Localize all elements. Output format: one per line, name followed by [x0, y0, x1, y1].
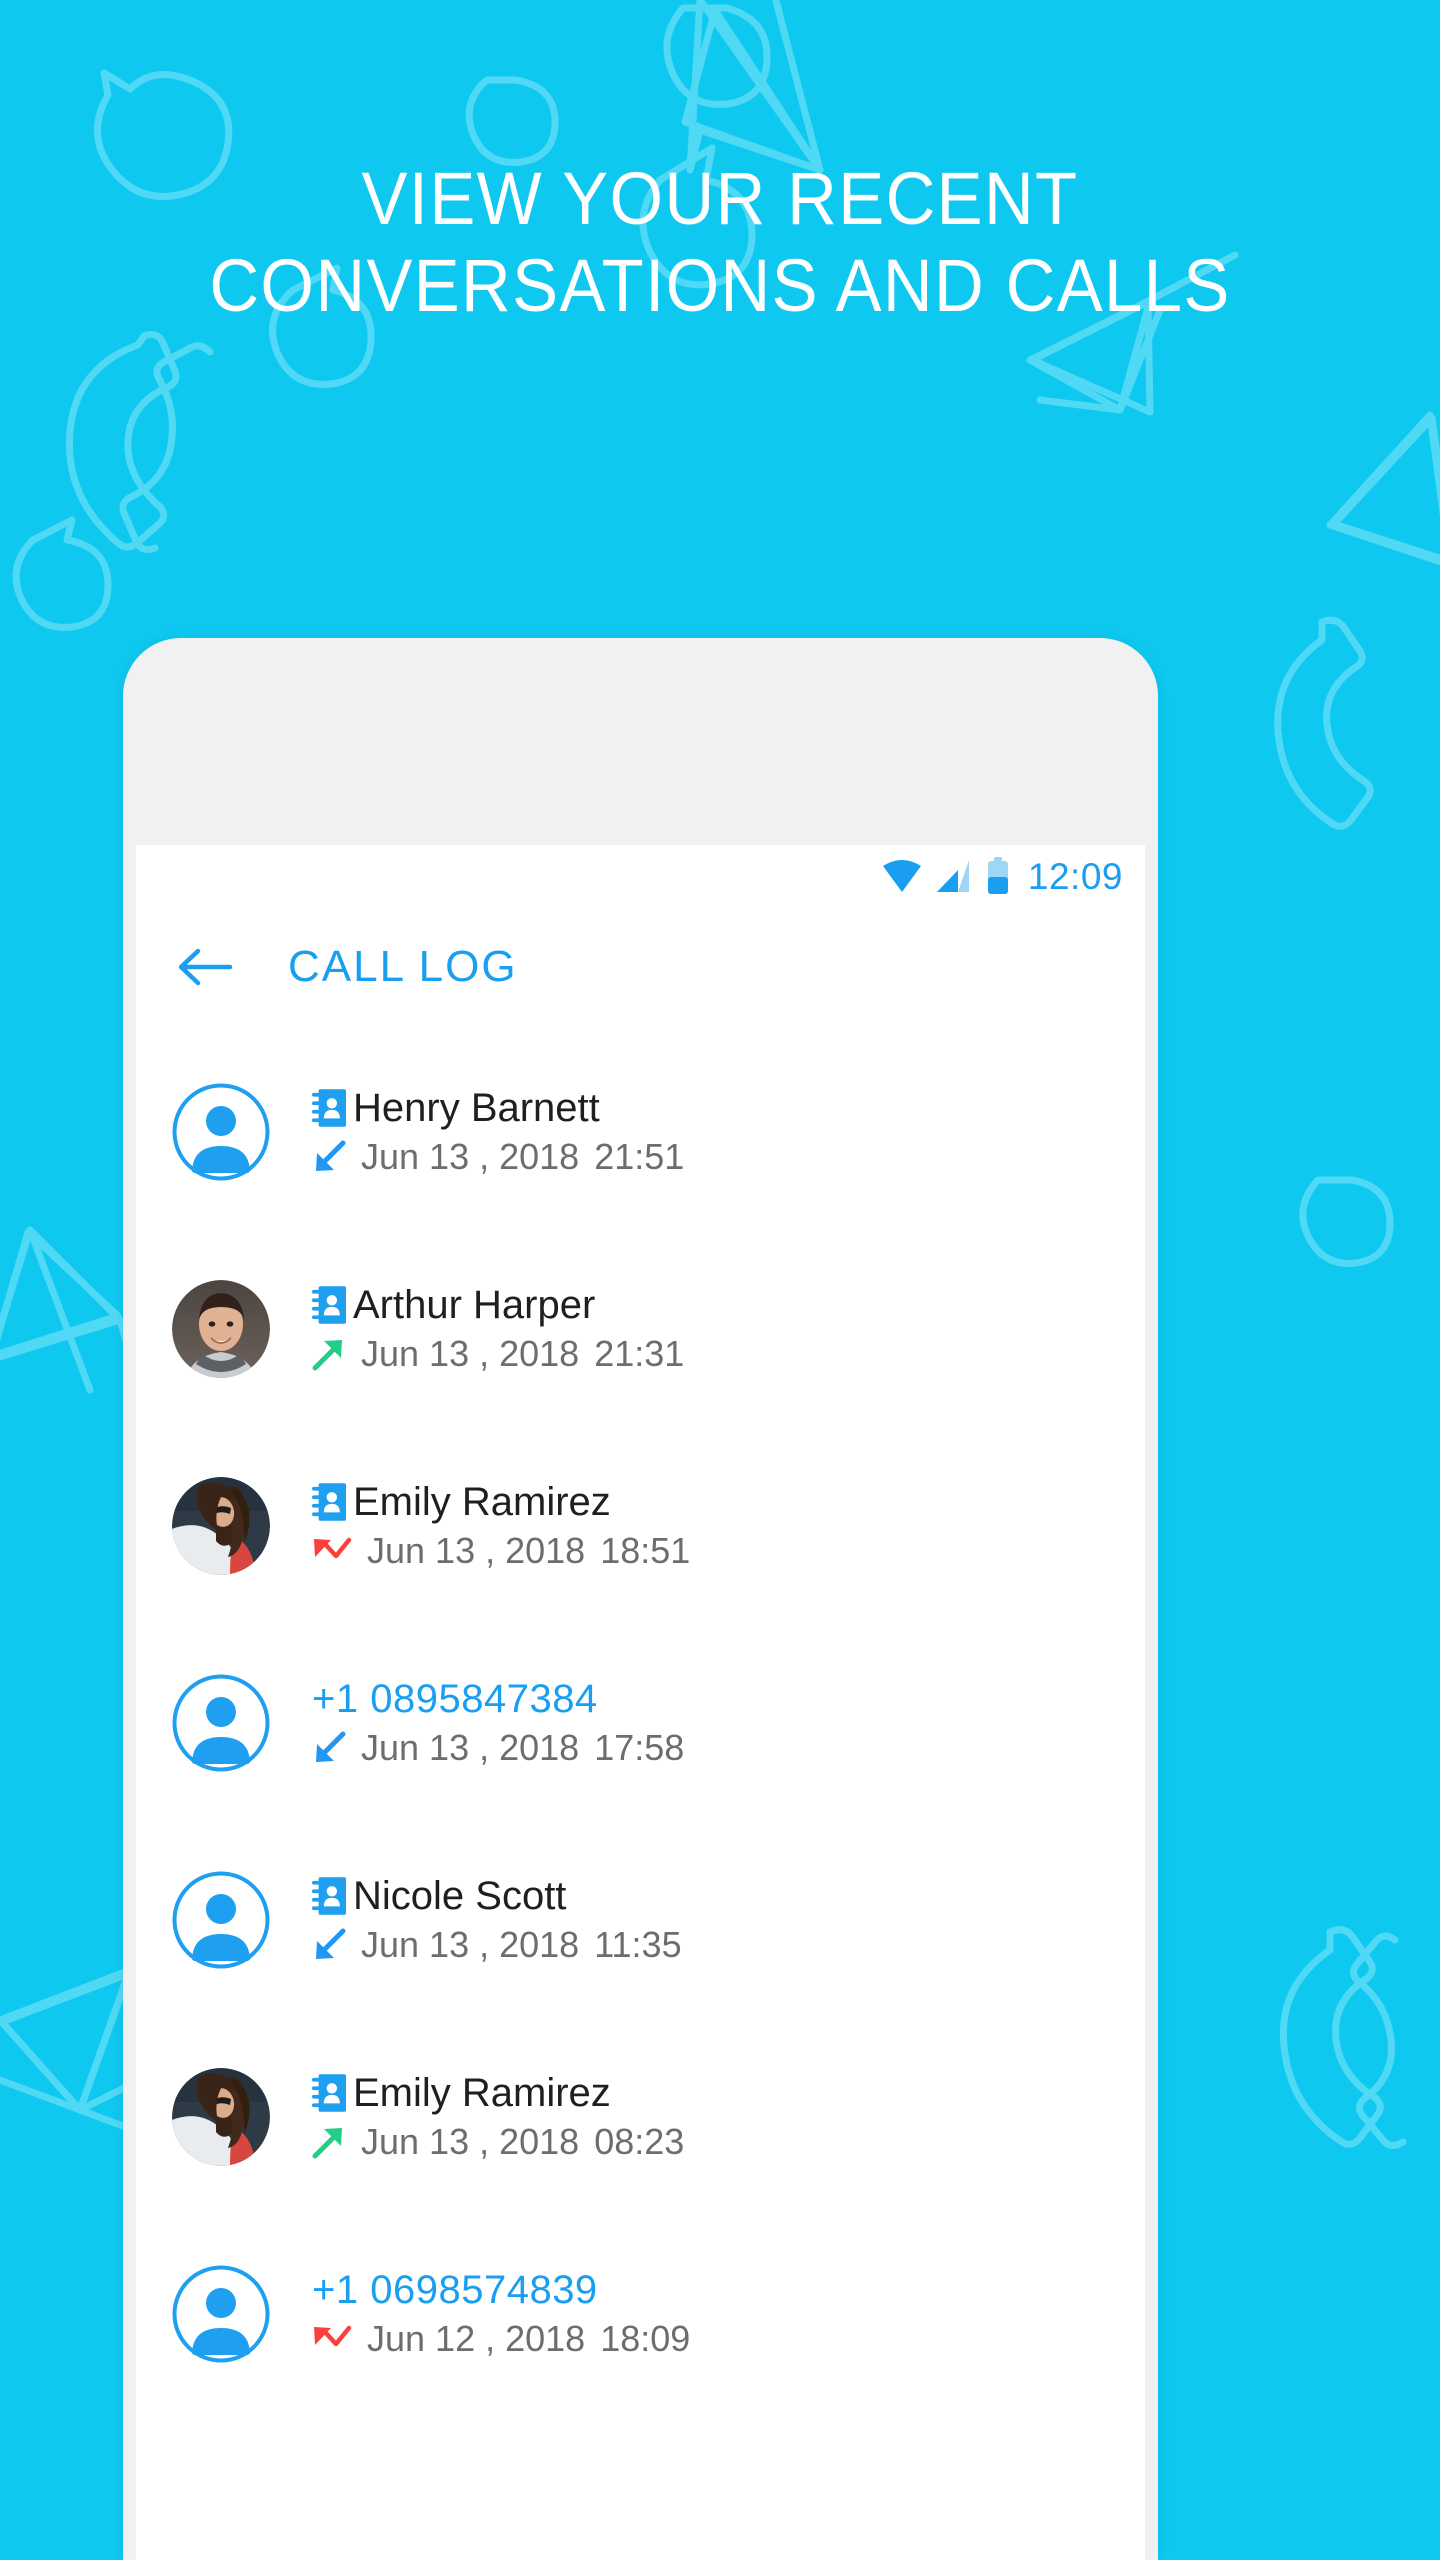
call-missed-icon	[312, 2324, 352, 2354]
call-row-meta: Jun 13 , 2018 11:35	[312, 1926, 682, 1964]
avatar-placeholder-icon	[172, 1674, 270, 1772]
call-row-date: Jun 13 , 2018	[361, 1333, 580, 1375]
contact-book-icon	[312, 1483, 346, 1521]
call-row-name: Henry Barnett	[353, 1086, 600, 1131]
contact-book-icon	[312, 2074, 346, 2112]
arrow-left-icon	[178, 948, 232, 986]
avatar[interactable]	[172, 1870, 270, 1969]
call-row-date: Jun 13 , 2018	[361, 1924, 580, 1966]
call-row-body: Nicole Scott Jun 13 , 2018 11:35	[312, 1875, 682, 1964]
avatar[interactable]	[172, 1476, 270, 1575]
call-row-body: +1 0698574839 Jun 12 , 2018 18:09	[312, 2269, 690, 2358]
call-row-date: Jun 13 , 2018	[361, 1136, 580, 1178]
call-outgoing-icon	[312, 1337, 346, 1371]
phone-screen: 12:09 CALL LOG Henry Barnett Jun 13 , 201…	[136, 845, 1145, 2560]
avatar-placeholder-icon	[172, 1083, 270, 1181]
call-row-name: Nicole Scott	[353, 1874, 567, 1919]
call-row-meta: Jun 13 , 2018 08:23	[312, 2123, 684, 2161]
call-row-title: Emily Ramirez	[312, 2072, 684, 2114]
avatar-placeholder-icon	[172, 2265, 270, 2363]
app-bar: CALL LOG	[136, 907, 1145, 1027]
call-log-row[interactable]: Arthur Harper Jun 13 , 2018 21:31	[136, 1230, 1145, 1427]
call-row-time: 21:31	[594, 1333, 685, 1375]
call-log-row[interactable]: +1 0895847384 Jun 13 , 2018 17:58	[136, 1624, 1145, 1821]
avatar-placeholder-icon	[172, 1871, 270, 1969]
status-bar-time: 12:09	[1027, 855, 1123, 897]
call-row-title: +1 0895847384	[312, 1678, 684, 1720]
avatar[interactable]	[172, 1673, 270, 1772]
call-log-row[interactable]: +1 0698574839 Jun 12 , 2018 18:09	[136, 2215, 1145, 2412]
call-log-row[interactable]: Emily Ramirez Jun 13 , 2018 18:51	[136, 1427, 1145, 1624]
call-incoming-icon	[312, 1928, 346, 1962]
signal-icon	[936, 860, 969, 892]
call-log-row[interactable]: Emily Ramirez Jun 13 , 2018 08:23	[136, 2018, 1145, 2215]
avatar-photo	[172, 2067, 270, 2166]
call-row-title: Henry Barnett	[312, 1087, 684, 1129]
page-headline: VIEW YOUR RECENT CONVERSATIONS AND CALLS	[209, 157, 1231, 328]
call-row-title: Arthur Harper	[312, 1284, 684, 1326]
call-row-date: Jun 13 , 2018	[361, 1727, 580, 1769]
call-row-time: 18:51	[600, 1530, 691, 1572]
call-row-time: 08:23	[594, 2121, 685, 2163]
call-row-title: +1 0698574839	[312, 2269, 690, 2311]
call-row-body: Arthur Harper Jun 13 , 2018 21:31	[312, 1284, 684, 1373]
call-row-meta: Jun 13 , 2018 21:51	[312, 1138, 684, 1176]
call-row-meta: Jun 13 , 2018 18:51	[312, 1532, 690, 1570]
contact-book-icon	[312, 1286, 346, 1324]
call-missed-icon	[312, 1536, 352, 1566]
call-row-body: +1 0895847384 Jun 13 , 2018 17:58	[312, 1678, 684, 1767]
avatar[interactable]	[172, 2264, 270, 2363]
avatar[interactable]	[172, 1279, 270, 1378]
call-row-meta: Jun 12 , 2018 18:09	[312, 2320, 690, 2358]
call-row-date: Jun 12 , 2018	[367, 2318, 586, 2360]
call-row-body: Emily Ramirez Jun 13 , 2018 18:51	[312, 1481, 690, 1570]
call-incoming-icon	[312, 1140, 346, 1174]
status-bar: 12:09	[136, 845, 1145, 907]
avatar-photo	[172, 1476, 270, 1575]
call-row-name: Emily Ramirez	[353, 2071, 611, 2116]
call-row-title: Emily Ramirez	[312, 1481, 690, 1523]
call-row-time: 11:35	[594, 1924, 682, 1966]
avatar[interactable]	[172, 1082, 270, 1181]
call-row-time: 18:09	[600, 2318, 691, 2360]
call-row-meta: Jun 13 , 2018 17:58	[312, 1729, 684, 1767]
call-incoming-icon	[312, 1731, 346, 1765]
call-log-row[interactable]: Henry Barnett Jun 13 , 2018 21:51	[136, 1033, 1145, 1230]
call-row-time: 17:58	[594, 1727, 685, 1769]
back-button[interactable]	[174, 936, 236, 998]
call-row-number: +1 0895847384	[312, 1677, 598, 1722]
contact-book-icon	[312, 1877, 346, 1915]
avatar[interactable]	[172, 2067, 270, 2166]
call-row-number: +1 0698574839	[312, 2268, 598, 2313]
avatar-photo	[172, 1279, 270, 1378]
call-row-date: Jun 13 , 2018	[361, 2121, 580, 2163]
page-title: CALL LOG	[288, 942, 518, 991]
battery-icon	[987, 857, 1008, 894]
call-row-date: Jun 13 , 2018	[367, 1530, 586, 1572]
call-log-row[interactable]: Nicole Scott Jun 13 , 2018 11:35	[136, 1821, 1145, 2018]
phone-mockup: 12:09 CALL LOG Henry Barnett Jun 13 , 201…	[123, 638, 1158, 2560]
call-row-name: Emily Ramirez	[353, 1480, 611, 1525]
call-row-title: Nicole Scott	[312, 1875, 682, 1917]
call-row-body: Emily Ramirez Jun 13 , 2018 08:23	[312, 2072, 684, 2161]
call-row-name: Arthur Harper	[353, 1283, 596, 1328]
call-outgoing-icon	[312, 2125, 346, 2159]
contact-book-icon	[312, 1089, 346, 1127]
call-row-meta: Jun 13 , 2018 21:31	[312, 1335, 684, 1373]
call-row-body: Henry Barnett Jun 13 , 2018 21:51	[312, 1087, 684, 1176]
call-row-time: 21:51	[594, 1136, 685, 1178]
call-log-list[interactable]: Henry Barnett Jun 13 , 2018 21:51 Arthur H…	[136, 1027, 1145, 2412]
wifi-icon	[882, 860, 921, 892]
